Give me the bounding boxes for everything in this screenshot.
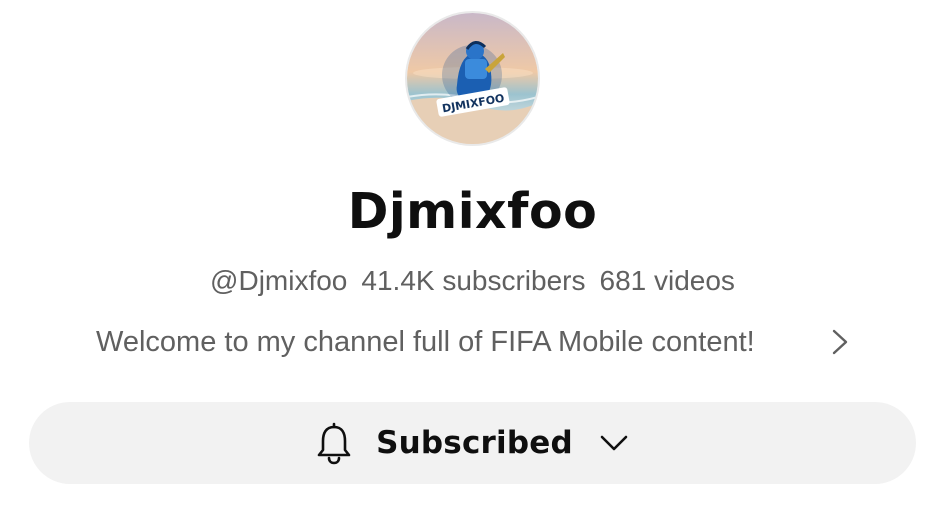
subscribed-button[interactable]: Subscribed — [29, 402, 916, 484]
channel-meta: @Djmixfoo 41.4K subscribers 681 videos — [0, 262, 945, 300]
subscribed-button-content: Subscribed — [316, 421, 629, 465]
channel-name: Djmixfoo — [347, 183, 598, 240]
avatar-image: DJMIXFOO — [407, 13, 538, 144]
channel-description-link[interactable]: Welcome to my channel full of FIFA Mobil… — [96, 322, 866, 362]
channel-header: DJMIXFOO Djmixfoo @Djmixfoo 41.4K subscri… — [0, 0, 945, 517]
chevron-right-icon — [832, 329, 848, 355]
channel-handle: @Djmixfoo — [210, 265, 348, 296]
channel-avatar[interactable]: DJMIXFOO — [407, 13, 538, 144]
subscribed-label: Subscribed — [376, 425, 573, 461]
channel-description: Welcome to my channel full of FIFA Mobil… — [96, 326, 755, 358]
video-count: 681 videos — [599, 265, 735, 296]
subscriber-count: 41.4K subscribers — [361, 265, 586, 296]
chevron-down-icon — [600, 435, 628, 451]
bell-icon — [317, 422, 351, 465]
